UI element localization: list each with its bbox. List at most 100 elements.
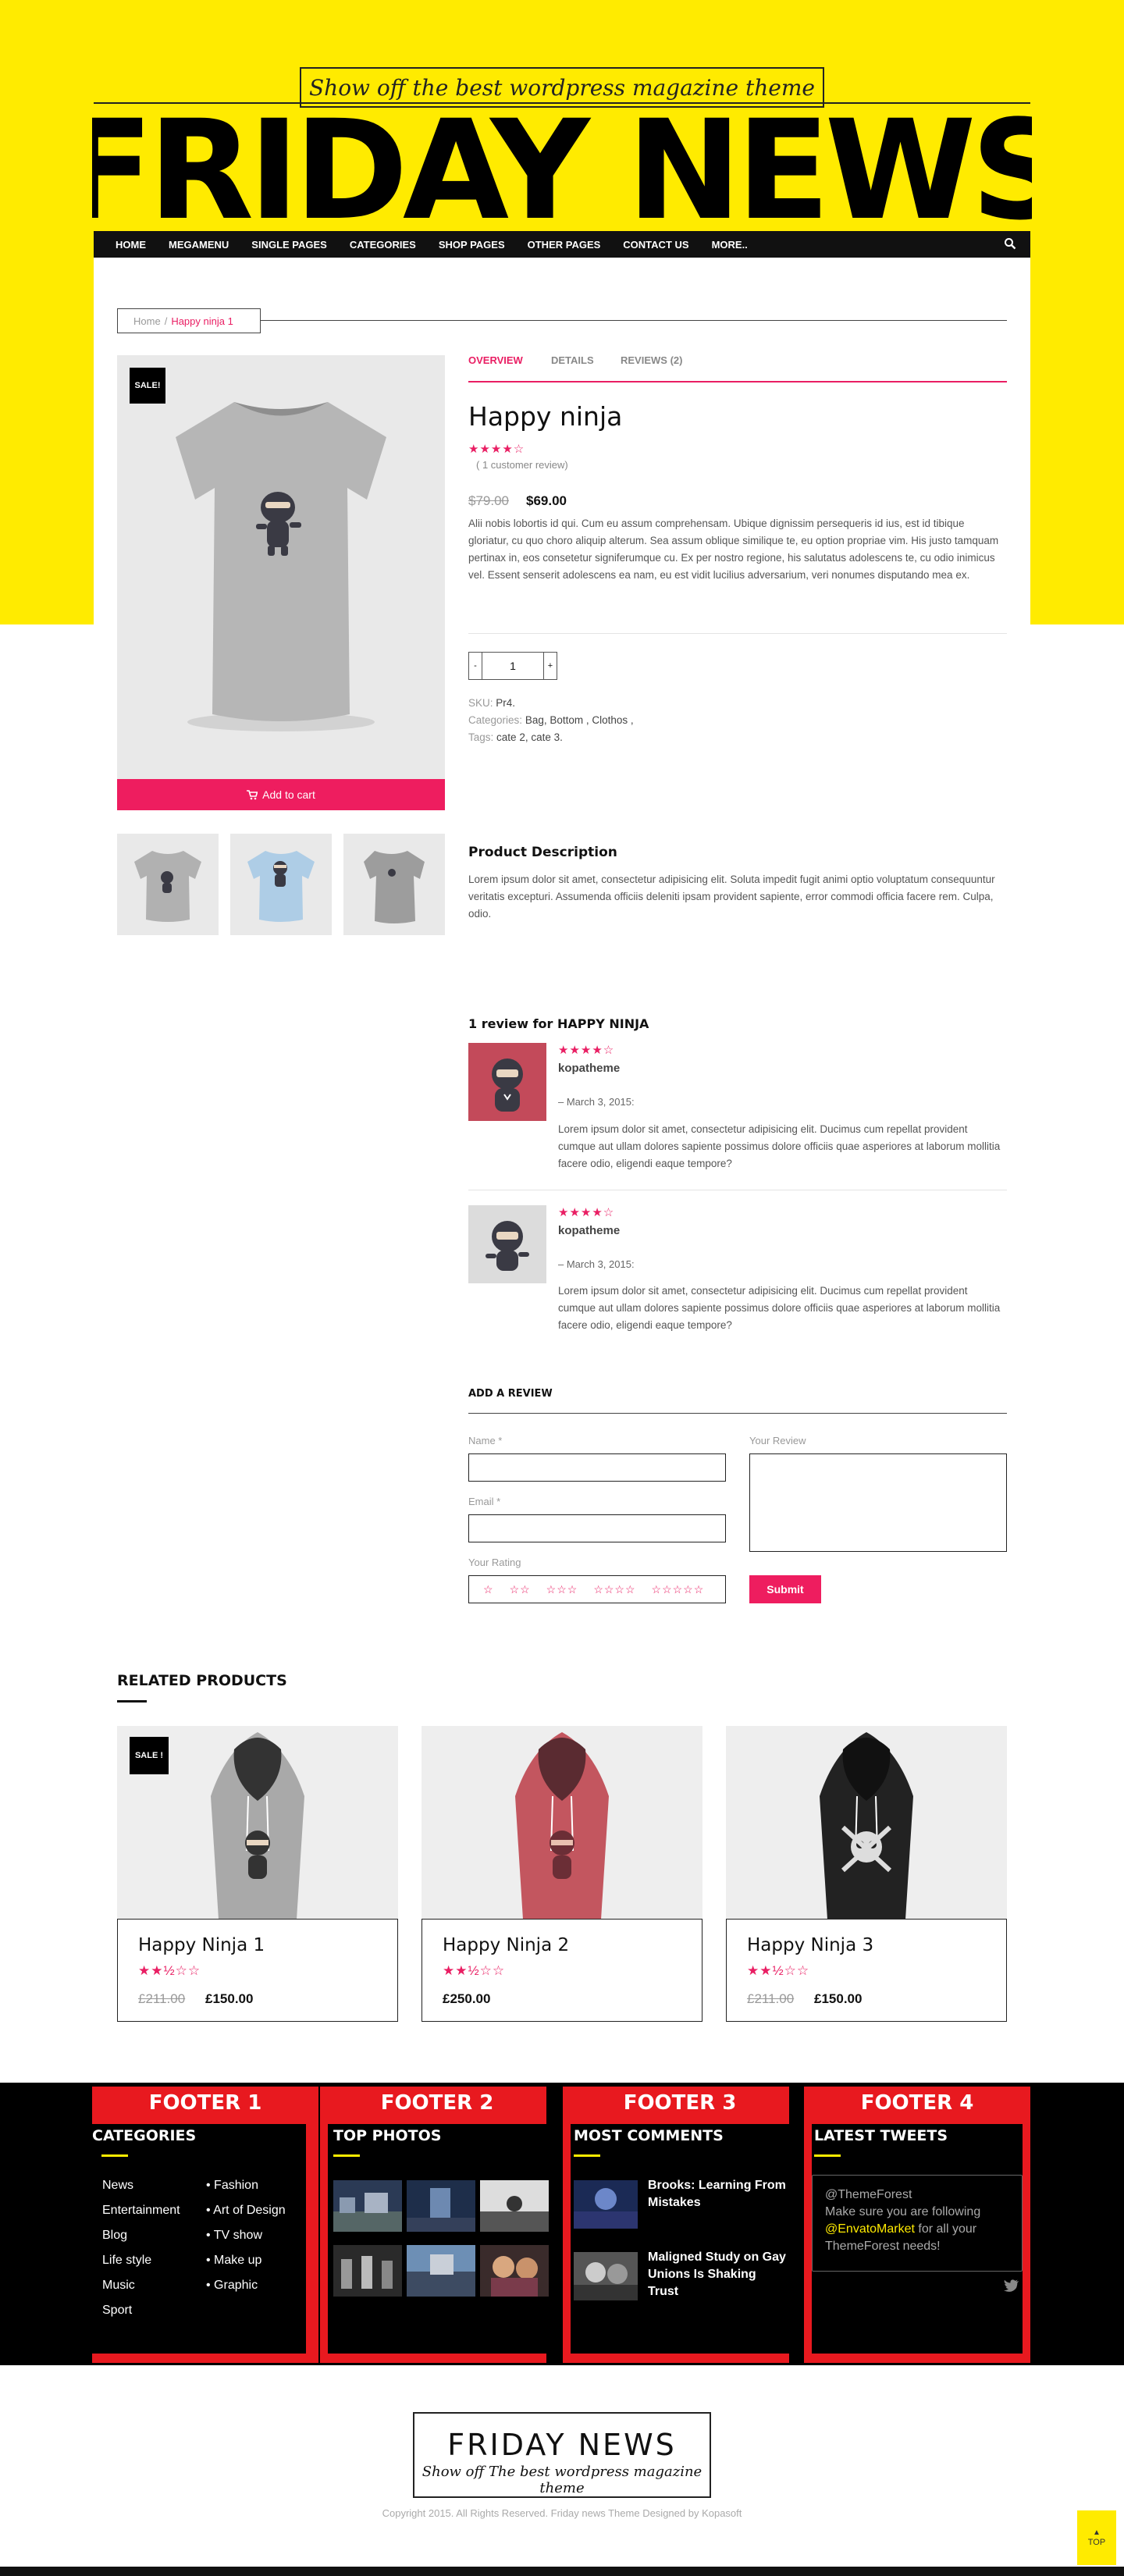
rating-selector: ☆ ☆☆ ☆☆☆ ☆☆☆☆ ☆☆☆☆☆ (468, 1575, 726, 1603)
footer-category-link[interactable]: Music (102, 2279, 135, 2293)
footer-subtitle-top-photos: TOP PHOTOS (333, 2127, 442, 2144)
divider (468, 1413, 1007, 1414)
comment-thumbnail[interactable] (574, 2180, 638, 2229)
related-product-card-3[interactable]: Happy Ninja 3 ★★½☆☆ £211.00 £150.00 (726, 1919, 1007, 2022)
product-thumbnail-3[interactable] (343, 834, 445, 935)
nav-home[interactable]: HOME (116, 239, 146, 251)
nav-megamenu[interactable]: MEGAMENU (169, 239, 229, 251)
quantity-input[interactable]: 1 (482, 653, 544, 679)
footer-category-link[interactable]: • Graphic (206, 2279, 258, 2293)
quantity-stepper[interactable]: - 1 + (468, 652, 557, 680)
comment-post-link[interactable]: Brooks: Learning From Mistakes (648, 2177, 787, 2211)
email-label: Email * (468, 1496, 501, 1507)
footer-photo[interactable] (333, 2180, 402, 2232)
search-icon[interactable] (1004, 237, 1016, 250)
footer-category-link[interactable]: Entertainment (102, 2204, 180, 2218)
product-thumbnail-1[interactable] (117, 834, 219, 935)
comment-thumbnail[interactable] (574, 2252, 638, 2300)
related-product-stars: ★★½☆☆ (443, 1963, 506, 1978)
submit-review-button[interactable]: Submit (749, 1575, 821, 1603)
copyright-text: Copyright 2015. All Rights Reserved. Fri… (382, 2507, 742, 2519)
tweet-mention[interactable]: @EnvatoMarket (825, 2222, 915, 2236)
rating-option-2[interactable]: ☆☆ (510, 1583, 531, 1596)
related-product-image-1[interactable]: SALE ! (117, 1726, 398, 1920)
tab-reviews[interactable]: REVIEWS (2) (621, 354, 682, 366)
footer-category-link[interactable]: Blog (102, 2229, 127, 2243)
hoodie-image (820, 1732, 913, 1920)
sku-value: Pr4. (496, 697, 516, 709)
customer-review-link[interactable]: ( 1 customer review) (476, 459, 568, 471)
footer-photo[interactable] (333, 2245, 402, 2297)
main-nav: HOME MEGAMENU SINGLE PAGES CATEGORIES SH… (94, 231, 1030, 258)
footer-category-label: Fashion (214, 2179, 258, 2192)
product-thumbnail-2[interactable] (230, 834, 332, 935)
footer-subtitle-latest-tweets: LATEST TWEETS (814, 2127, 948, 2144)
quantity-decrease-button[interactable]: - (469, 653, 482, 679)
related-product-price: £150.00 (205, 1991, 254, 2006)
footer-category-link[interactable]: • Fashion (206, 2179, 258, 2193)
nav-more[interactable]: MORE.. (712, 239, 748, 251)
thumbnail-image (364, 851, 425, 923)
add-to-cart-button[interactable]: Add to cart (117, 779, 445, 810)
footer-photo[interactable] (480, 2245, 549, 2297)
breadcrumb-home[interactable]: Home (133, 315, 161, 327)
categories-value[interactable]: Bag, Bottom , Clothos , (525, 714, 634, 726)
footer-category-link[interactable]: • Make up (206, 2254, 261, 2268)
comment-post-link[interactable]: Maligned Study on Gay Unions Is Shaking … (648, 2249, 787, 2300)
related-product-name[interactable]: Happy Ninja 1 (138, 1935, 265, 1955)
review-textarea[interactable] (749, 1453, 1007, 1552)
twitter-icon[interactable] (1004, 2279, 1019, 2293)
related-product-image-3[interactable] (726, 1726, 1007, 1920)
footer-category-label: Graphic (214, 2279, 258, 2292)
nav-single-pages[interactable]: SINGLE PAGES (251, 239, 327, 251)
nav-categories[interactable]: CATEGORIES (350, 239, 416, 251)
footer-logo[interactable]: FRIDAY NEWS Show off The best wordpress … (413, 2412, 711, 2498)
tab-overview[interactable]: OVERVIEW (468, 354, 523, 366)
tags-value[interactable]: cate 2, cate 3. (496, 731, 563, 743)
footer-category-link[interactable]: Life style (102, 2254, 151, 2268)
nav-contact-us[interactable]: CONTACT US (623, 239, 688, 251)
thumbnail-image (134, 851, 201, 922)
footer-category-link[interactable]: • Art of Design (206, 2204, 286, 2218)
back-to-top-button[interactable]: ▲ TOP (1077, 2510, 1116, 2565)
tab-details[interactable]: DETAILS (551, 354, 594, 366)
related-product-old-price: £211.00 (747, 1991, 795, 2006)
bottom-bar (0, 2567, 1124, 2576)
footer-category-label: TV show (213, 2229, 263, 2242)
tweet-handle[interactable]: @ThemeForest (825, 2186, 1009, 2204)
related-product-name[interactable]: Happy Ninja 2 (443, 1935, 569, 1955)
footer-logo-text: FRIDAY NEWS (447, 2428, 677, 2462)
nav-other-pages[interactable]: OTHER PAGES (528, 239, 601, 251)
footer-category-link[interactable]: Sport (102, 2304, 132, 2318)
footer-photo[interactable] (407, 2180, 475, 2232)
related-product-old-price: £211.00 (138, 1991, 186, 2006)
related-product-name[interactable]: Happy Ninja 3 (747, 1935, 873, 1955)
rating-option-3[interactable]: ☆☆☆ (546, 1583, 578, 1596)
sale-badge: SALE! (130, 368, 165, 404)
nav-shop-pages[interactable]: SHOP PAGES (439, 239, 505, 251)
site-logo[interactable]: FRIDAY NEWS (92, 112, 1032, 229)
footer-category-link[interactable]: • TV show (206, 2229, 262, 2243)
related-product-card-1[interactable]: Happy Ninja 1 ★★½☆☆ £211.00 £150.00 (117, 1919, 398, 2022)
reviewer-name: kopatheme (558, 1062, 621, 1075)
related-products-title: RELATED PRODUCTS (117, 1672, 287, 1689)
related-product-price: £150.00 (814, 1991, 863, 2006)
product-short-description: Alii nobis lobortis id qui. Cum eu assum… (468, 518, 999, 581)
footer-photo[interactable] (407, 2245, 475, 2297)
footer-subtitle-most-comments: MOST COMMENTS (574, 2127, 724, 2144)
product-main-image[interactable]: SALE! (117, 355, 445, 781)
rating-option-5[interactable]: ☆☆☆☆☆ (652, 1583, 705, 1596)
review-label: Your Review (749, 1435, 806, 1446)
related-product-card-2[interactable]: Happy Ninja 2 ★★½☆☆ £250.00 (422, 1919, 702, 2022)
email-field[interactable] (468, 1514, 726, 1542)
footer-photo[interactable] (480, 2180, 549, 2232)
related-product-image-2[interactable] (422, 1726, 702, 1920)
rating-option-1[interactable]: ☆ (483, 1583, 494, 1596)
product-description-title: Product Description (468, 845, 617, 860)
quantity-increase-button[interactable]: + (544, 653, 557, 679)
footer-category-link[interactable]: News (102, 2179, 133, 2193)
name-field[interactable] (468, 1453, 726, 1482)
footer-category-label: Art of Design (213, 2204, 286, 2217)
product-tabs: OVERVIEW DETAILS REVIEWS (2) (468, 351, 1007, 382)
rating-option-4[interactable]: ☆☆☆☆ (593, 1583, 635, 1596)
